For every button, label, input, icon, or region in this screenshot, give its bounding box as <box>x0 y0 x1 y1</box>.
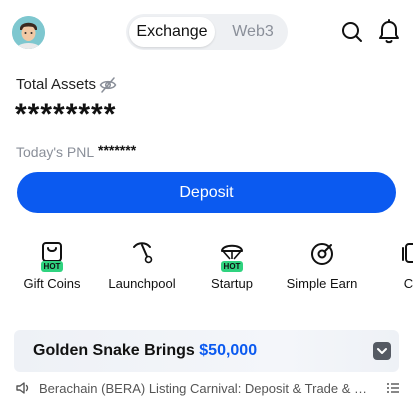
hot-badge: HOT <box>221 261 243 272</box>
action-label: Gift Coins <box>23 276 81 291</box>
action-startup[interactable]: HOT Startup <box>187 236 277 296</box>
announcement-ticker[interactable]: Berachain (BERA) Listing Carnival: Depos… <box>0 378 413 400</box>
total-assets-label: Total Assets <box>16 76 97 93</box>
tab-web3[interactable]: Web3 <box>222 17 284 47</box>
banner-text: Golden Snake Brings <box>33 342 200 359</box>
promo-banner[interactable]: Golden Snake Brings $50,000 <box>14 330 399 372</box>
banner-title: Golden Snake Brings $50,000 <box>33 342 257 360</box>
action-label: Simple Earn <box>286 276 358 291</box>
top-bar: Exchange Web3 <box>0 0 413 64</box>
avatar[interactable] <box>12 16 45 49</box>
todays-pnl-value: ******* <box>98 142 137 158</box>
earn-target-icon <box>309 240 335 266</box>
hidden-eye-icon[interactable] <box>99 76 117 94</box>
action-label: Co <box>403 276 413 291</box>
hot-badge: HOT <box>41 261 63 272</box>
announcement-text[interactable]: Berachain (BERA) Listing Carnival: Depos… <box>39 381 374 396</box>
exchange-web3-switch: Exchange Web3 <box>126 14 288 50</box>
list-menu-icon[interactable] <box>386 381 400 395</box>
tab-exchange[interactable]: Exchange <box>129 17 215 47</box>
pickaxe-icon <box>129 240 155 266</box>
total-assets-value: ******** <box>15 98 117 131</box>
action-simple-earn[interactable]: Simple Earn <box>277 236 367 296</box>
deposit-button[interactable]: Deposit <box>17 172 396 213</box>
banner-amount: $50,000 <box>199 342 258 359</box>
chevron-down-icon[interactable] <box>373 342 391 360</box>
action-label: Startup <box>211 276 253 291</box>
bell-icon[interactable] <box>377 19 401 45</box>
action-label: Launchpool <box>108 276 176 291</box>
action-launchpool[interactable]: Launchpool <box>97 236 187 296</box>
speaker-icon <box>15 380 31 396</box>
search-icon[interactable] <box>340 20 364 44</box>
action-gift-coins[interactable]: HOT Gift Coins <box>7 236 97 296</box>
quick-actions: HOT Gift Coins Launchpool HOT Startup Si… <box>0 236 413 296</box>
action-copy-trading[interactable]: Co <box>367 236 413 296</box>
copy-trade-icon <box>399 240 413 266</box>
todays-pnl-label: Today's PNL <box>16 144 95 160</box>
